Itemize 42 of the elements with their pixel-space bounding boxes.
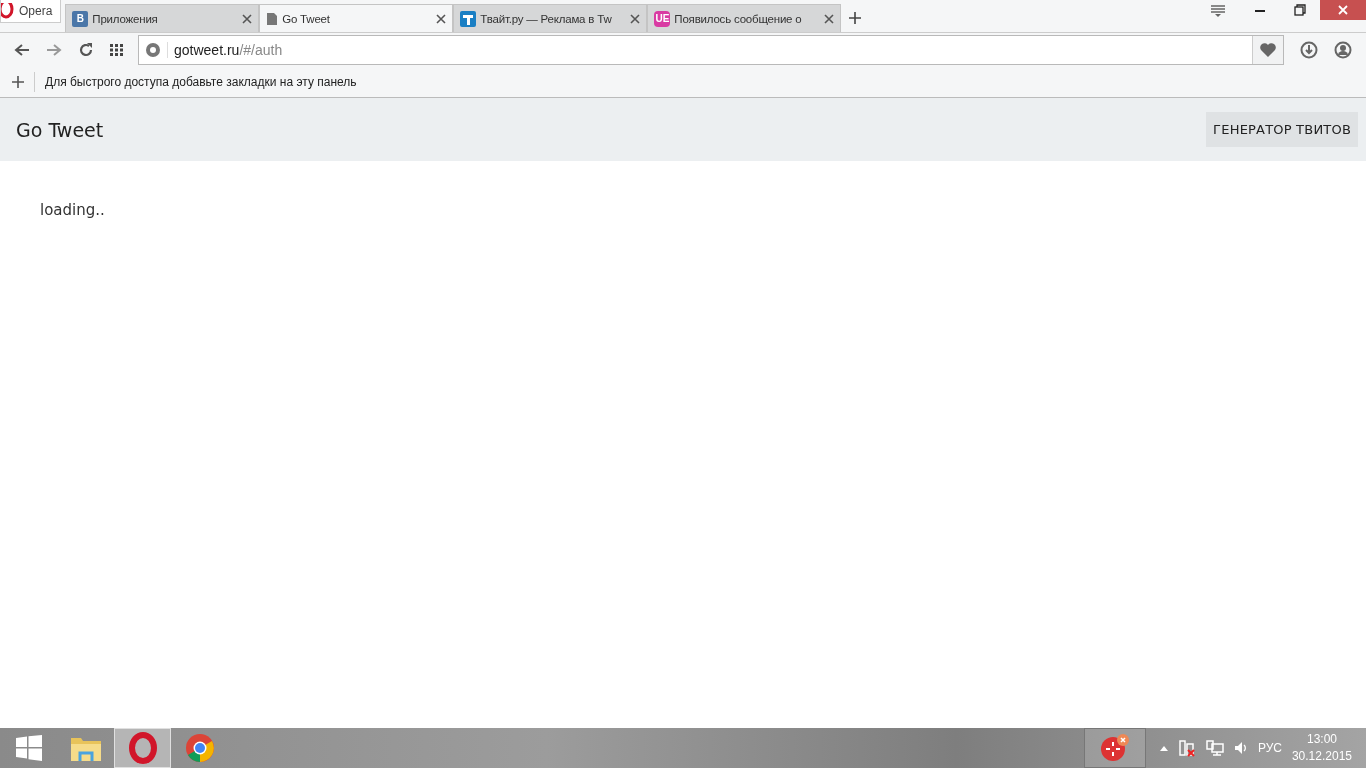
site-title: Go Tweet	[16, 118, 104, 141]
app-notification-icon[interactable]	[1099, 733, 1130, 763]
network-icon[interactable]	[1205, 740, 1224, 756]
close-icon[interactable]	[824, 13, 835, 24]
download-icon[interactable]	[1300, 41, 1318, 59]
close-icon[interactable]	[242, 13, 253, 24]
restore-icon[interactable]	[1294, 4, 1306, 16]
close-icon[interactable]	[436, 13, 447, 24]
reload-icon[interactable]	[78, 42, 94, 58]
chrome-logo-icon	[184, 733, 215, 763]
add-bookmark-icon[interactable]	[12, 76, 24, 88]
start-icon[interactable]	[15, 735, 42, 761]
close-icon[interactable]	[630, 13, 641, 24]
power-icon[interactable]	[1177, 739, 1196, 757]
show-hidden-icons-icon[interactable]	[1159, 745, 1168, 751]
new-tab-icon[interactable]	[849, 12, 862, 24]
taskbar-app-button[interactable]	[114, 728, 171, 768]
speaker-icon[interactable]	[1233, 741, 1248, 755]
t-logo-icon	[460, 10, 477, 27]
site-info-icon[interactable]	[145, 42, 161, 58]
browser-tab[interactable]: UE Появилось сообщение о	[647, 4, 842, 32]
browser-tab[interactable]: В Приложения	[65, 4, 260, 32]
ue-icon: UE	[654, 10, 671, 27]
address-field[interactable]: gotweet.ru/#/auth	[138, 35, 1284, 65]
close-icon	[1338, 5, 1348, 15]
bookmarks-hint: Для быстрого доступа добавьте закладки на эту панель	[45, 75, 357, 89]
opera-logo-icon	[127, 732, 158, 764]
vk-icon: В	[72, 10, 89, 27]
page-icon	[266, 11, 279, 26]
back-icon[interactable]	[14, 43, 30, 57]
opera-logo-icon	[1, 3, 15, 19]
speed-dial-grid-icon[interactable]	[110, 44, 124, 56]
loading-text: loading..	[40, 201, 106, 219]
tab-menu-icon[interactable]	[1210, 4, 1226, 18]
browser-tab[interactable]: Твайт.ру — Реклама в Tw	[453, 4, 648, 32]
browser-tab[interactable]: Go Tweet	[259, 4, 454, 32]
forward-icon[interactable]	[46, 43, 62, 57]
account-icon[interactable]	[1334, 41, 1352, 59]
tweet-generator-button[interactable]: ГЕНЕРАТОР ТВИТОВ	[1206, 112, 1358, 147]
close-window-button[interactable]	[1320, 0, 1366, 20]
opera-menu-button[interactable]: Opera	[0, 0, 62, 23]
heart-icon[interactable]	[1259, 42, 1277, 58]
